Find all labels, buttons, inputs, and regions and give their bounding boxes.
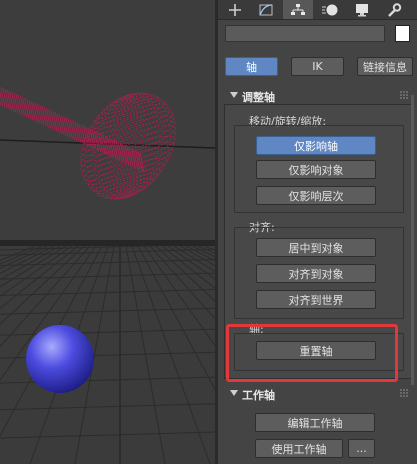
utilities-wrench-icon [388, 2, 402, 17]
plus-icon [229, 3, 241, 16]
top-viewport-canvas [0, 86, 215, 200]
utilities-tab[interactable] [379, 0, 409, 19]
perspective-viewport-canvas [0, 246, 215, 464]
blue-sphere[interactable] [26, 325, 94, 393]
use-working-pivot-button[interactable]: 使用工作轴 [255, 439, 343, 458]
adjust-pivot-rollout-header[interactable]: 调整轴 [224, 88, 414, 104]
display-tab[interactable] [347, 0, 377, 19]
motion-icon [322, 4, 338, 15]
pivot-subtab-button[interactable]: 轴 [225, 57, 278, 76]
affect-hierarchy-only-button[interactable]: 仅影响层次 [256, 186, 376, 205]
command-panel-tabbar [218, 0, 417, 20]
center-to-object-button[interactable]: 居中到对象 [256, 238, 376, 257]
collapse-arrow-icon [230, 390, 238, 396]
edit-working-pivot-button[interactable]: 编辑工作轴 [255, 413, 375, 432]
reset-pivot-highlight-box [226, 324, 398, 382]
align-to-world-button[interactable]: 对齐到世界 [256, 290, 376, 309]
affect-pivot-only-button[interactable]: 仅影响轴 [256, 136, 376, 155]
perspective-viewport[interactable] [0, 246, 215, 464]
collapse-arrow-icon [230, 92, 238, 98]
command-panel-scrollbar[interactable] [411, 95, 414, 385]
modify-curve-icon [259, 3, 273, 15]
link-info-subtab-button[interactable]: 链接信息 [357, 57, 413, 76]
display-icon [356, 3, 368, 16]
ik-subtab-button[interactable]: IK [291, 57, 344, 76]
hierarchy-icon [291, 3, 305, 15]
object-name-field[interactable] [225, 25, 385, 42]
motion-tab[interactable] [315, 0, 345, 19]
rollout-grip-icon [400, 91, 408, 99]
hierarchy-tab[interactable] [283, 0, 313, 19]
modify-tab[interactable] [251, 0, 281, 19]
working-pivot-title: 工作轴 [242, 389, 275, 402]
rollout-grip-icon [400, 389, 408, 397]
create-tab[interactable] [220, 0, 250, 19]
working-pivot-rollout-header[interactable]: 工作轴 [224, 386, 414, 402]
top-viewport[interactable] [0, 0, 215, 240]
affect-object-only-button[interactable]: 仅影响对象 [256, 160, 376, 179]
working-pivot-more-button[interactable]: ... [348, 439, 375, 458]
object-color-swatch[interactable] [395, 25, 410, 42]
align-to-object-button[interactable]: 对齐到对象 [256, 264, 376, 283]
adjust-pivot-title: 调整轴 [242, 91, 275, 104]
command-panel: 轴 IK 链接信息 调整轴 移动/旋转/缩放: 仅影响轴 仅影响对象 仅影响层次… [218, 0, 417, 464]
